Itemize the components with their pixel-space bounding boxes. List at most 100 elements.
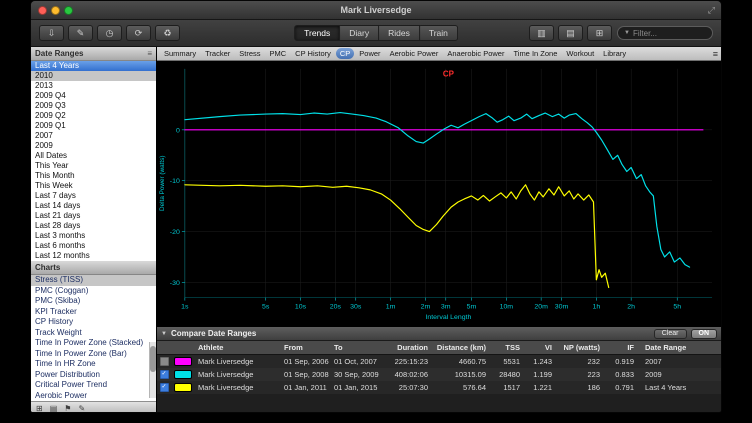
charts-header: Charts — [31, 261, 156, 275]
charts-list-scrollbar[interactable] — [149, 342, 156, 398]
date-range-item-last-4-years[interactable]: Last 4 Years — [31, 61, 156, 71]
tab-cp[interactable]: CP — [336, 48, 354, 59]
minimize-window-button[interactable] — [51, 6, 60, 15]
date-range-item-all-dates[interactable]: All Dates — [31, 151, 156, 161]
date-range-item-2009-q4[interactable]: 2009 Q4 — [31, 91, 156, 101]
history-button[interactable]: ◷ — [97, 25, 122, 41]
date-range-item-last-28-days[interactable]: Last 28 days — [31, 221, 156, 231]
y-tick-label: -30 — [170, 280, 180, 287]
list-icon[interactable]: ▤ — [50, 404, 58, 413]
date-range-item-last-3-months[interactable]: Last 3 months — [31, 231, 156, 241]
close-window-button[interactable] — [38, 6, 47, 15]
chart-item-track-weight[interactable]: Track Weight — [31, 328, 156, 339]
chart-item-time-in-power-zone-bar[interactable]: Time In Power Zone (Bar) — [31, 349, 156, 360]
grid-icon[interactable]: ⊞ — [36, 404, 43, 413]
sync-button[interactable]: ⟳ — [126, 25, 151, 41]
chart-item-cp-history[interactable]: CP History — [31, 317, 156, 328]
date-range-item-last-7-days[interactable]: Last 7 days — [31, 191, 156, 201]
tab-stress[interactable]: Stress — [235, 48, 264, 59]
layout-tiled-button[interactable]: ▤ — [558, 25, 583, 41]
fullscreen-icon[interactable]: ⤢ — [708, 5, 715, 16]
layout-sidebar-button[interactable]: ▥ — [529, 25, 554, 41]
zoom-window-button[interactable] — [64, 6, 73, 15]
x-tick-label: 1m — [386, 303, 396, 310]
date-range-item-2007[interactable]: 2007 — [31, 131, 156, 141]
row-color-cell — [171, 370, 195, 379]
table-row[interactable]: Mark Liversedge01 Jan, 201101 Jan, 20152… — [157, 381, 721, 394]
segment-rides[interactable]: Rides — [379, 25, 420, 41]
layout-sidebar-icon: ▥ — [537, 28, 546, 39]
column-header-date-range: Date Range — [637, 343, 721, 352]
table-row[interactable]: Mark Liversedge01 Sep, 200830 Sep, 20094… — [157, 368, 721, 381]
segment-train[interactable]: Train — [420, 25, 458, 41]
chart-item-aerobic-power[interactable]: Aerobic Power — [31, 391, 156, 402]
compare-on-toggle[interactable]: ON — [691, 329, 718, 339]
tab-power[interactable]: Power — [355, 48, 384, 59]
date-range-item-last-14-days[interactable]: Last 14 days — [31, 201, 156, 211]
date-ranges-menu-icon[interactable]: ≡ — [147, 49, 152, 58]
trash-button[interactable]: ♻ — [155, 25, 180, 41]
tab-pmc[interactable]: PMC — [266, 48, 291, 59]
x-tick-label: 10m — [500, 303, 514, 310]
cell-range: 2007 — [637, 357, 721, 366]
filter-field[interactable]: ▼ — [617, 26, 713, 40]
date-range-item-2009-q3[interactable]: 2009 Q3 — [31, 101, 156, 111]
chart-item-pmc-coggan[interactable]: PMC (Coggan) — [31, 286, 156, 297]
tab-aerobic-power[interactable]: Aerobic Power — [386, 48, 443, 59]
date-range-item-2009[interactable]: 2009 — [31, 141, 156, 151]
tab-library[interactable]: Library — [599, 48, 630, 59]
chart-item-pmc-skiba[interactable]: PMC (Skiba) — [31, 296, 156, 307]
date-range-item-last-21-days[interactable]: Last 21 days — [31, 211, 156, 221]
filter-icon[interactable]: ▼ — [624, 30, 630, 36]
clear-button[interactable]: Clear — [654, 329, 687, 339]
layout-grid-button[interactable]: ⊞ — [587, 25, 612, 41]
x-tick-label: 30s — [350, 303, 362, 310]
history-icon: ◷ — [106, 28, 114, 39]
date-range-item-this-month[interactable]: This Month — [31, 171, 156, 181]
download-button[interactable]: ⇩ — [39, 25, 64, 41]
row-checkbox[interactable] — [160, 383, 169, 392]
compose-button[interactable]: ✎ — [68, 25, 93, 41]
date-range-item-last-12-months[interactable]: Last 12 months — [31, 251, 156, 261]
flag-icon[interactable]: ⚑ — [64, 404, 71, 413]
chart-item-stress-tiss[interactable]: Stress (TISS) — [31, 275, 156, 286]
tab-cp-history[interactable]: CP History — [291, 48, 335, 59]
date-range-item-this-week[interactable]: This Week — [31, 181, 156, 191]
tab-summary[interactable]: Summary — [160, 48, 200, 59]
segment-diary[interactable]: Diary — [340, 25, 379, 41]
segment-trends[interactable]: Trends — [294, 25, 340, 41]
row-checkbox[interactable] — [160, 370, 169, 379]
date-range-item-this-year[interactable]: This Year — [31, 161, 156, 171]
chart-item-kpi-tracker[interactable]: KPI Tracker — [31, 307, 156, 318]
chart-item-power-distribution[interactable]: Power Distribution — [31, 370, 156, 381]
main-toolbar: ⇩ ✎ ◷ ⟳ ♻ TrendsDiaryRidesTrain ▥ ▤⊞ ▼ — [31, 20, 721, 47]
tab-menu-icon[interactable]: ≡ — [713, 49, 718, 59]
tab-tracker[interactable]: Tracker — [201, 48, 234, 59]
disclosure-triangle-icon[interactable]: ▼ — [161, 331, 167, 337]
scrollbar-thumb[interactable] — [150, 346, 156, 372]
trash-icon: ♻ — [163, 28, 171, 39]
compose-icon: ✎ — [77, 28, 85, 39]
row-color-cell — [171, 357, 195, 366]
date-range-item-2010[interactable]: 2010 — [31, 71, 156, 81]
cell-to: 30 Sep, 2009 — [331, 370, 381, 379]
row-checkbox[interactable] — [160, 357, 169, 366]
tab-time-in-zone[interactable]: Time In Zone — [509, 48, 561, 59]
titlebar[interactable]: Mark Liversedge ⤢ — [31, 1, 721, 20]
date-range-item-2013[interactable]: 2013 — [31, 81, 156, 91]
chart-item-time-in-power-zone-stacked[interactable]: Time In Power Zone (Stacked) — [31, 338, 156, 349]
chart-item-time-in-hr-zone[interactable]: Time In HR Zone — [31, 359, 156, 370]
chart-item-critical-power-trend[interactable]: Critical Power Trend — [31, 380, 156, 391]
column-header-duration: Duration — [381, 343, 431, 352]
date-range-item-2009-q1[interactable]: 2009 Q1 — [31, 121, 156, 131]
traffic-lights — [38, 6, 73, 15]
edit-icon[interactable]: ✎ — [78, 404, 85, 413]
x-tick-label: 1h — [592, 303, 600, 310]
date-range-item-last-6-months[interactable]: Last 6 months — [31, 241, 156, 251]
table-row[interactable]: Mark Liversedge01 Sep, 200601 Oct, 20072… — [157, 355, 721, 368]
tab-workout[interactable]: Workout — [562, 48, 598, 59]
tab-anaerobic-power[interactable]: Anaerobic Power — [443, 48, 508, 59]
date-range-item-2009-q2[interactable]: 2009 Q2 — [31, 111, 156, 121]
filter-input[interactable] — [633, 29, 706, 38]
cell-to: 01 Oct, 2007 — [331, 357, 381, 366]
